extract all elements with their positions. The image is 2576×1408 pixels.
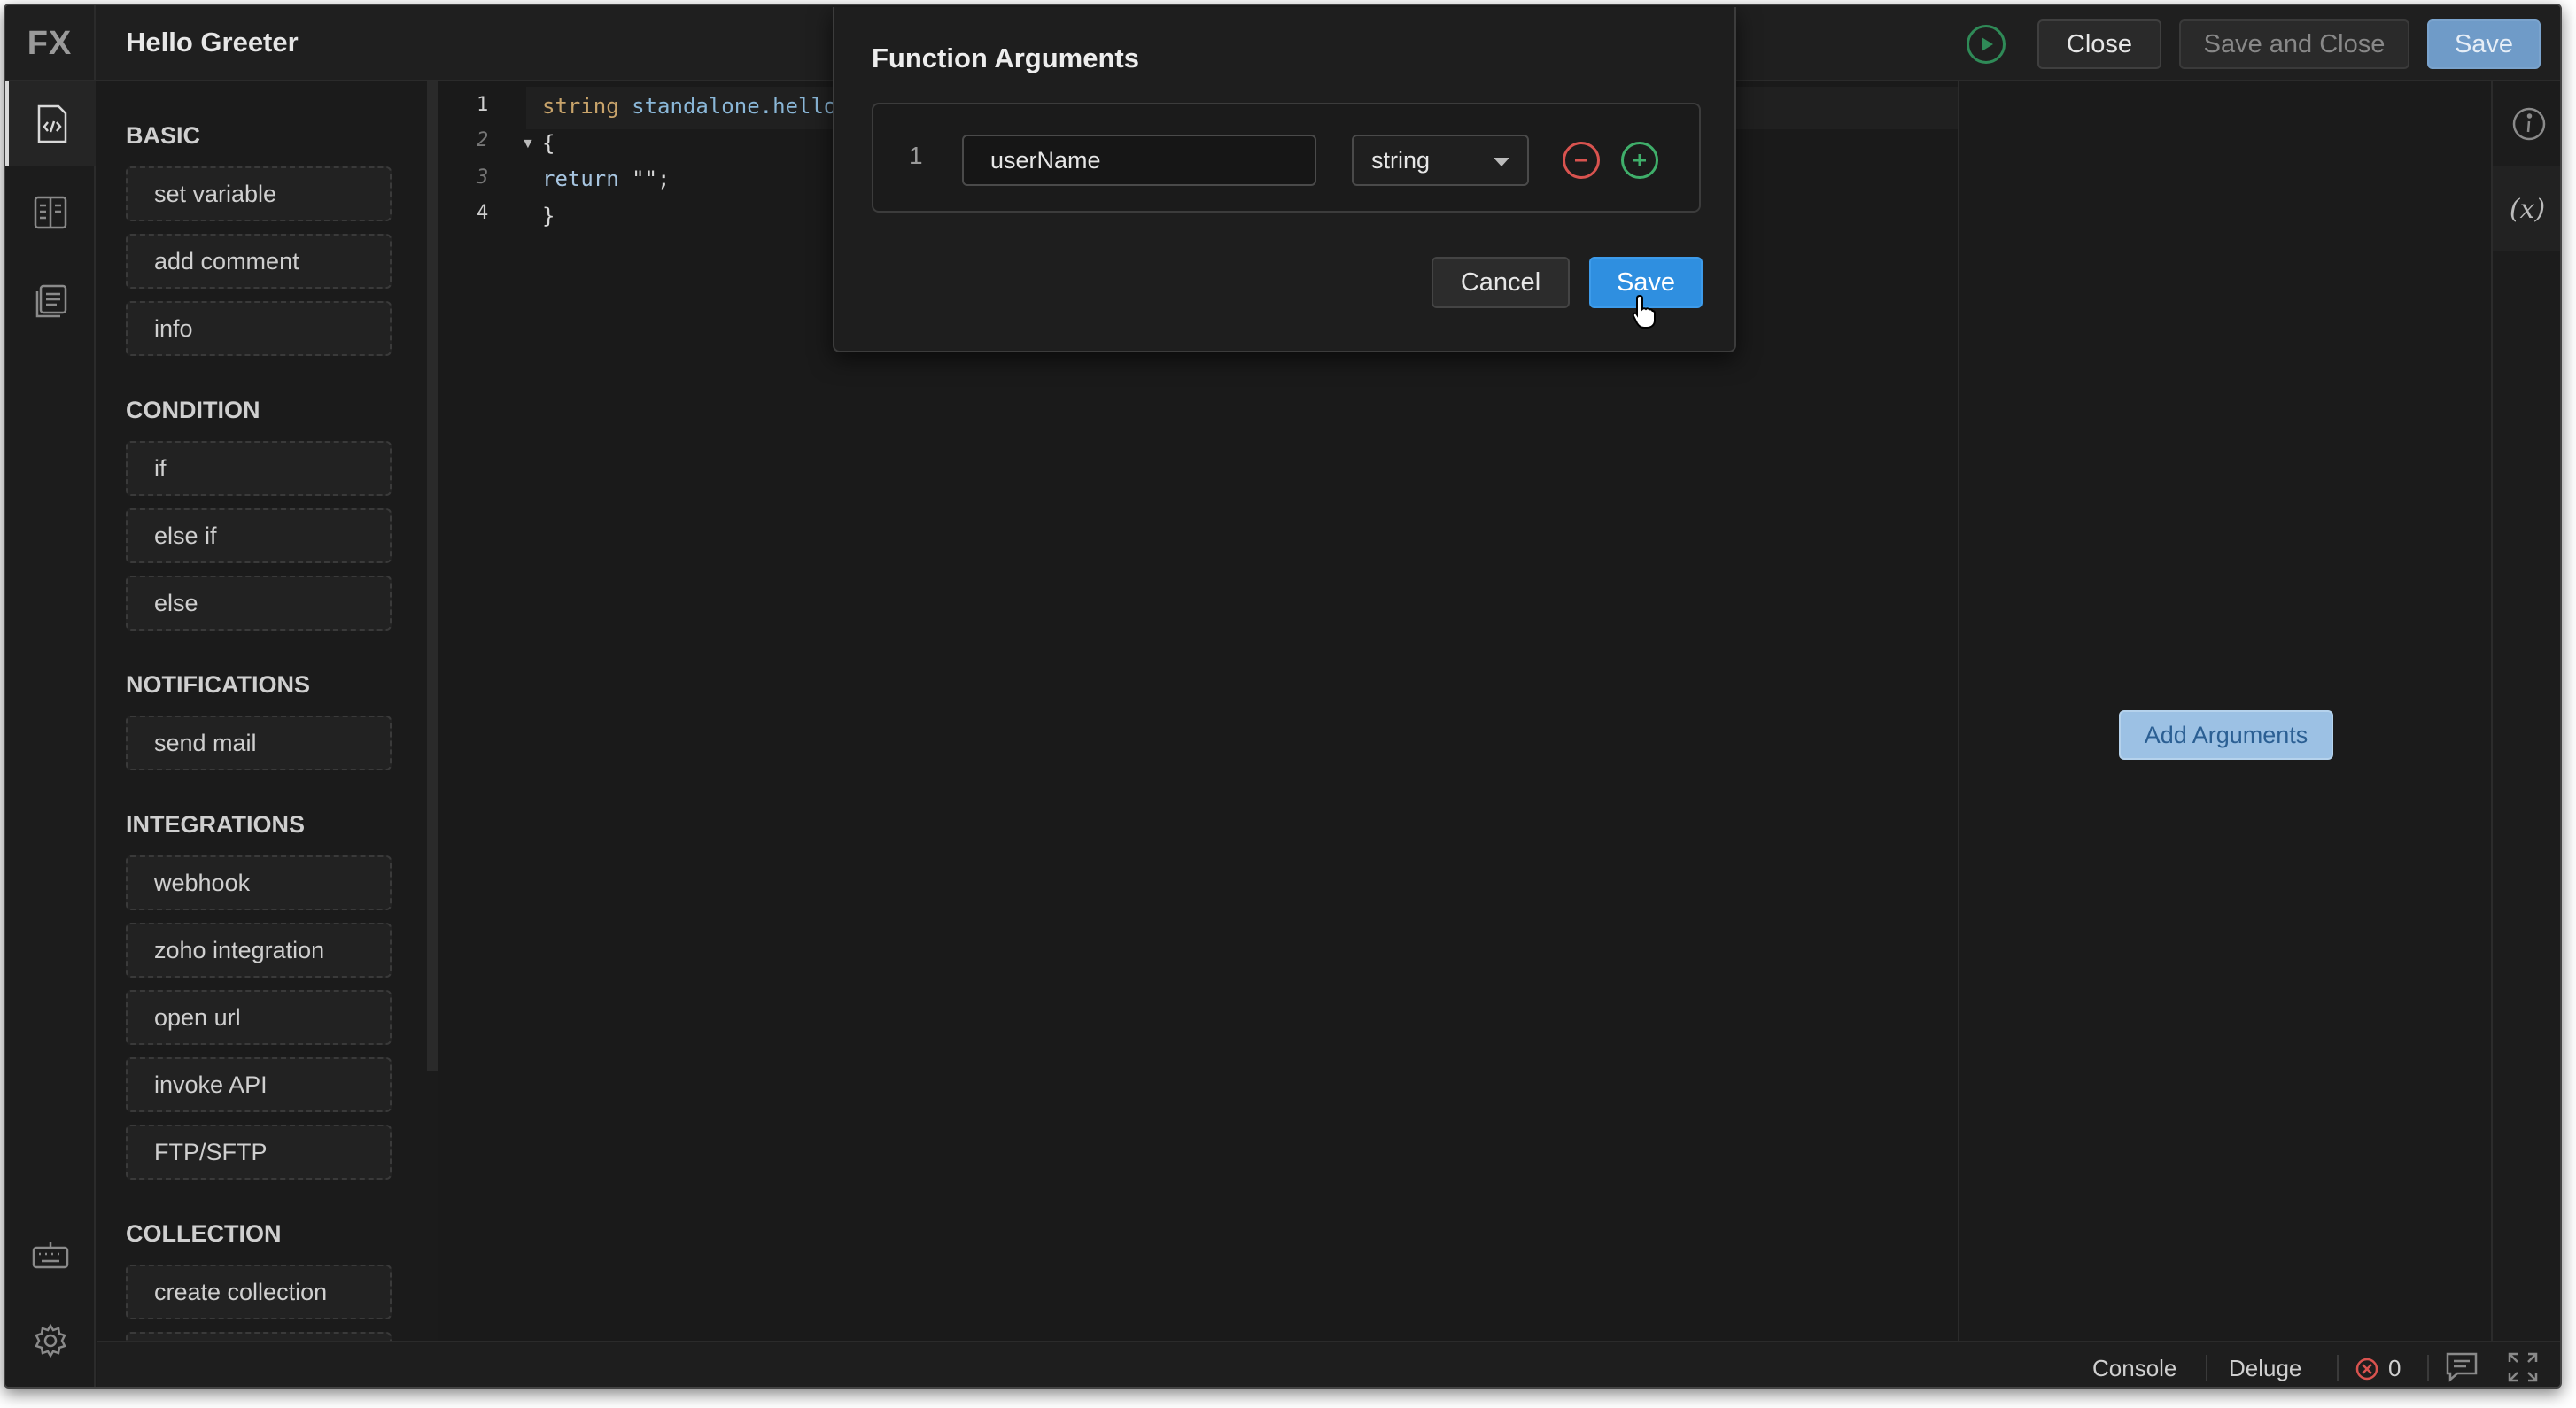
cancel-button[interactable]: Cancel <box>1432 257 1570 308</box>
argument-type-select[interactable]: string <box>1352 135 1529 186</box>
code-line-1: string standalone.hello <box>542 94 836 119</box>
code-token-return: return <box>542 166 619 191</box>
section-title-notifications: NOTIFICATIONS <box>126 671 310 698</box>
split-view-icon[interactable] <box>5 170 96 255</box>
variable-icon[interactable]: (x) <box>2493 166 2560 251</box>
page-title: Hello Greeter <box>126 27 299 58</box>
code-line-2: { <box>542 131 555 156</box>
palette-item-info[interactable]: info <box>126 301 392 356</box>
error-count: 0 <box>2388 1355 2401 1381</box>
remove-argument-icon[interactable] <box>1563 142 1600 179</box>
palette-item-partial[interactable] <box>126 1332 392 1341</box>
app-window: FX Hello Greeter Close Save and Close Sa… <box>4 4 2562 1389</box>
error-icon <box>2355 1358 2378 1380</box>
palette-item-ftp-sftp[interactable]: FTP/SFTP <box>126 1125 392 1180</box>
save-button[interactable]: Save <box>2427 19 2541 69</box>
section-title-collection: COLLECTION <box>126 1220 282 1247</box>
palette-item-open-url[interactable]: open url <box>126 990 392 1045</box>
argument-index: 1 <box>909 142 923 169</box>
line-number: 2 <box>477 129 489 151</box>
add-argument-icon[interactable] <box>1621 142 1658 179</box>
status-divider <box>2427 1355 2429 1381</box>
fullscreen-icon[interactable] <box>2507 1351 2539 1387</box>
argument-row: 1 string <box>872 103 1701 213</box>
close-button[interactable]: Close <box>2037 19 2161 69</box>
palette-item-if[interactable]: if <box>126 441 392 496</box>
documents-icon[interactable] <box>5 259 96 344</box>
arguments-panel: Add Arguments <box>1958 81 2491 1341</box>
section-title-integrations: INTEGRATIONS <box>126 811 305 838</box>
palette-item-else-if[interactable]: else if <box>126 508 392 563</box>
left-icon-rail <box>5 81 96 1387</box>
palette-item-add-comment[interactable]: add comment <box>126 234 392 289</box>
code-editor-icon[interactable] <box>5 81 96 166</box>
add-arguments-button[interactable]: Add Arguments <box>2119 710 2333 760</box>
dialog-title: Function Arguments <box>872 43 1139 73</box>
info-icon[interactable] <box>2493 81 2560 166</box>
code-line-3: return ""; <box>542 166 671 191</box>
settings-icon[interactable] <box>5 1298 96 1383</box>
palette-item-webhook[interactable]: webhook <box>126 855 392 910</box>
save-and-close-button[interactable]: Save and Close <box>2179 19 2409 69</box>
palette-item-set-variable[interactable]: set variable <box>126 166 392 221</box>
run-icon[interactable] <box>1967 25 2006 64</box>
task-palette: BASIC set variable add comment info COND… <box>97 81 427 1341</box>
code-line-4: } <box>542 204 555 228</box>
fold-toggle-icon[interactable]: ▼ <box>521 136 535 152</box>
line-number: 1 <box>477 94 489 116</box>
palette-item-send-mail[interactable]: send mail <box>126 716 392 770</box>
language-indicator[interactable]: Deluge <box>2229 1355 2301 1382</box>
code-token-value: ""; <box>618 166 671 191</box>
hand-pointer-icon <box>1632 294 1658 334</box>
function-arguments-dialog: Function Arguments 1 string Cancel Save <box>833 7 1736 352</box>
keyboard-icon[interactable] <box>5 1213 96 1298</box>
argument-name-input[interactable] <box>962 135 1316 186</box>
palette-item-invoke-api[interactable]: invoke API <box>126 1057 392 1112</box>
status-divider <box>2206 1355 2207 1381</box>
fx-logo: FX <box>5 5 96 81</box>
palette-item-else[interactable]: else <box>126 576 392 631</box>
status-bar: Console Deluge 0 <box>97 1341 2560 1387</box>
argument-type-value: string <box>1371 146 1431 174</box>
section-title-basic: BASIC <box>126 122 201 149</box>
console-tab[interactable]: Console <box>2092 1355 2176 1382</box>
right-icon-rail: (x) <box>2491 81 2560 1341</box>
error-indicator[interactable]: 0 <box>2355 1355 2401 1382</box>
code-token-type: string <box>542 94 619 119</box>
palette-scrollbar[interactable] <box>427 81 438 1071</box>
line-number: 4 <box>477 202 489 224</box>
comment-icon[interactable] <box>2445 1351 2479 1387</box>
chevron-down-icon <box>1494 158 1509 166</box>
section-title-condition: CONDITION <box>126 397 260 423</box>
line-number: 3 <box>477 166 489 189</box>
palette-item-create-collection[interactable]: create collection <box>126 1265 392 1319</box>
status-divider <box>2337 1355 2339 1381</box>
palette-item-zoho-integration[interactable]: zoho integration <box>126 923 392 978</box>
code-token-function: standalone.hello <box>618 94 837 119</box>
